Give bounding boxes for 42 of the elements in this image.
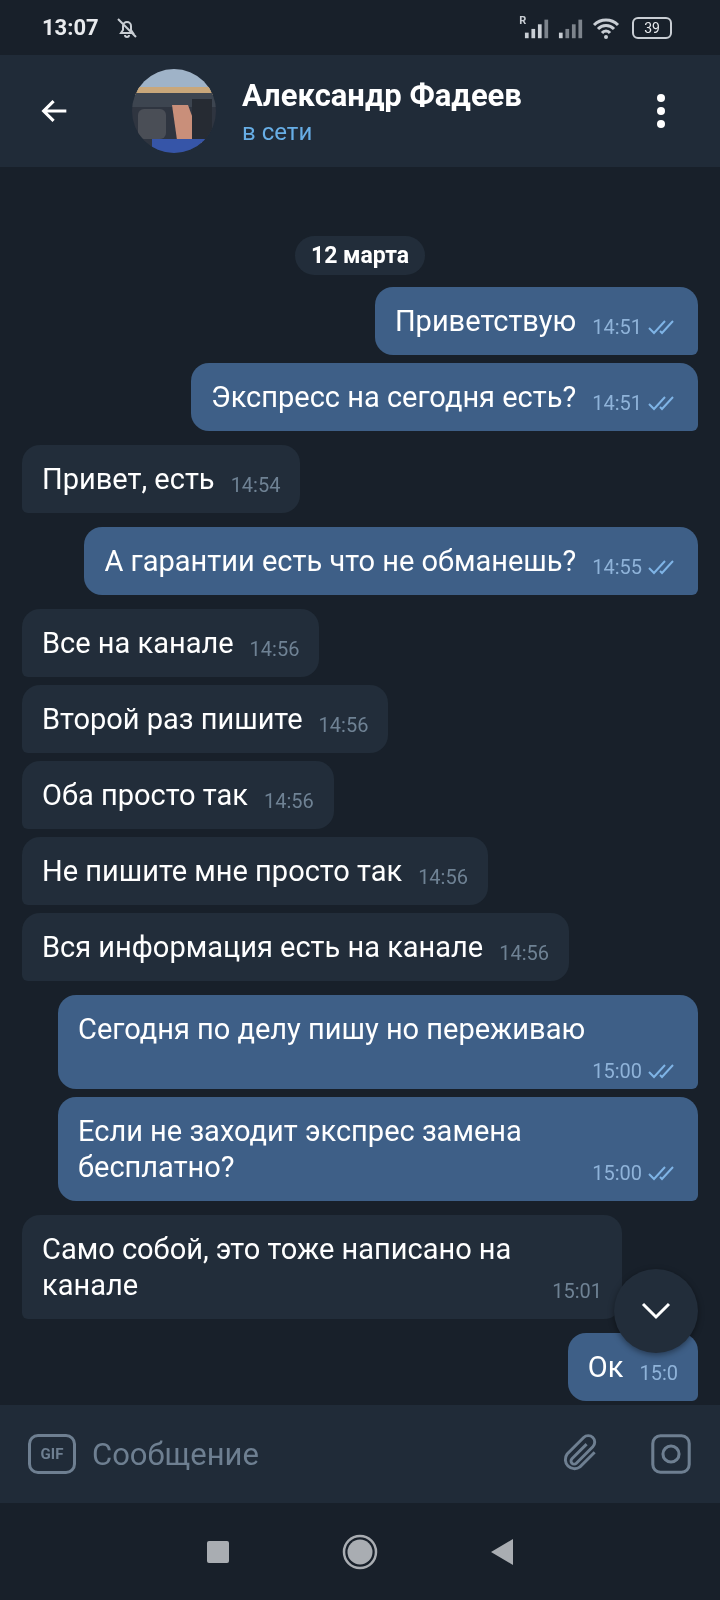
wifi-icon bbox=[592, 16, 621, 39]
message-time: 14:54 bbox=[230, 473, 281, 497]
message-text: Приветствую bbox=[394, 304, 577, 338]
online-status: в сети bbox=[242, 117, 314, 146]
message-text: А гарантии есть что не обманешь? bbox=[104, 544, 577, 578]
chevron-down-icon bbox=[640, 1301, 672, 1321]
roaming-label: R bbox=[519, 14, 527, 27]
message-time: 14:56 bbox=[263, 789, 314, 813]
home-button[interactable] bbox=[342, 1533, 378, 1570]
message-text: Экспресс на сегодня есть? bbox=[211, 380, 577, 414]
message-time: 14:56 bbox=[499, 941, 550, 965]
message-time: 15:00 bbox=[592, 1161, 642, 1185]
message-text: Само собой, это тоже написано на канале bbox=[42, 1232, 512, 1302]
message-time: 14:56 bbox=[418, 865, 468, 889]
message-time: 14:55 bbox=[592, 555, 642, 579]
status-time: 13:07 bbox=[42, 15, 99, 40]
message-time: 15:0 bbox=[639, 1361, 678, 1385]
message-text: Все на канале bbox=[42, 626, 234, 660]
message-time: 15:00 bbox=[592, 1059, 642, 1083]
camera-icon bbox=[648, 1431, 694, 1477]
message-text: Оба просто так bbox=[42, 778, 248, 812]
recents-button[interactable] bbox=[206, 1539, 230, 1564]
message-text: Не пишите мне просто так bbox=[42, 854, 403, 888]
battery-indicator: 39 bbox=[632, 16, 672, 39]
message-time: 15:01 bbox=[552, 1279, 602, 1303]
message-text: Сегодня по делу пишу но переживаю bbox=[78, 1012, 586, 1046]
message-text: Привет, есть bbox=[42, 462, 215, 496]
back-nav-button[interactable] bbox=[490, 1537, 514, 1566]
message-text: Ок bbox=[587, 1350, 624, 1384]
message-time: 14:56 bbox=[249, 637, 300, 661]
more-icon bbox=[656, 93, 666, 129]
message-time: 14:51 bbox=[592, 315, 642, 339]
muted-bell-icon bbox=[114, 15, 139, 40]
gif-button[interactable]: GIF bbox=[28, 1434, 76, 1474]
message-text: Если не заходит экспрес замена бесплатно? bbox=[78, 1114, 522, 1184]
contact-name: Александр Фадеев bbox=[242, 76, 523, 114]
message-text: Вся информация есть на канале bbox=[42, 930, 484, 964]
date-badge: 12 марта bbox=[294, 236, 426, 275]
message-text: Второй раз пишите bbox=[42, 702, 303, 736]
message-input[interactable]: Сообщение bbox=[90, 1434, 516, 1474]
message-time: 14:56 bbox=[318, 713, 369, 737]
message-time: 14:51 bbox=[592, 391, 642, 415]
